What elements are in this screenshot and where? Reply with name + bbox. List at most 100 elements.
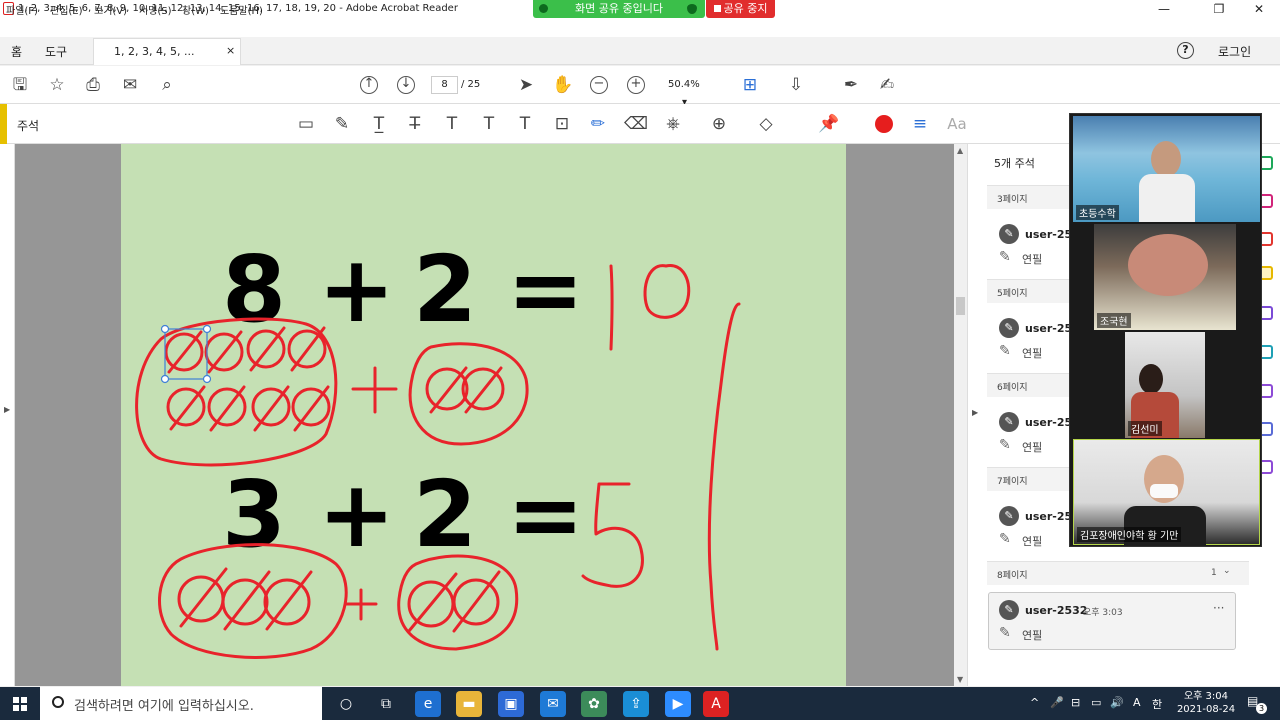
menu-view[interactable]: 보기(V) (94, 2, 127, 17)
more-options-icon[interactable]: ··· (1213, 601, 1224, 615)
line-weight-icon[interactable]: ≡ (909, 113, 931, 135)
menu-edit[interactable]: 편집(E) (50, 2, 83, 17)
keyboard-icon[interactable]: A (1133, 696, 1141, 709)
comment-group-header[interactable]: 8페이지 1 ⌄ (987, 561, 1249, 585)
zoom-level-value: 50.4% (668, 79, 700, 90)
comment-text[interactable]: 연필 (1022, 439, 1042, 455)
app-icon[interactable]: ⇪ (623, 691, 649, 717)
underline-text-icon[interactable]: T̲ (368, 113, 390, 135)
next-page-icon[interactable]: ↓ (397, 76, 415, 94)
print-icon[interactable]: ⎙ (82, 75, 104, 95)
menu-sign[interactable]: 서명(S) (139, 2, 172, 17)
add-text-icon[interactable]: T (514, 113, 536, 135)
tab-tools[interactable]: 도구 (45, 43, 67, 60)
show-hidden-icons-icon[interactable]: ^ (1030, 696, 1039, 709)
menu-window[interactable]: 창(W) (182, 2, 209, 17)
user-avatar-icon: ✎ (999, 506, 1019, 526)
system-clock[interactable]: 오후 3:04 2021-08-24 (1176, 690, 1236, 716)
menu-file[interactable]: 파일(F) (6, 2, 38, 17)
document-scrollbar[interactable] (954, 144, 967, 686)
face-mask (1150, 484, 1178, 498)
highlight-icon[interactable]: ✎ (331, 113, 353, 135)
file-explorer-icon[interactable]: ▬ (456, 691, 482, 717)
login-button[interactable]: 로그인 (1218, 43, 1251, 60)
acrobat-taskbar-icon[interactable]: A (703, 691, 729, 717)
select-cursor-icon[interactable]: ➤ (515, 75, 537, 95)
pencil-annotations (135, 264, 741, 659)
font-size-icon[interactable]: Aa (946, 113, 968, 135)
document-viewport[interactable]: 8 + 2 = 3 + 2 = (15, 144, 954, 686)
stamp-icon[interactable]: ⎈ (662, 113, 684, 135)
sign-pen-icon[interactable]: ✒ (840, 75, 862, 95)
app-icon[interactable]: ✿ (581, 691, 607, 717)
task-view-icon[interactable]: ⧉ (373, 691, 399, 717)
zoom-in-icon[interactable]: + (627, 76, 645, 94)
cortana-icon[interactable]: ○ (333, 691, 359, 717)
comment-text[interactable]: 연필 (1022, 251, 1042, 267)
zoom-meeting-icon[interactable]: ▶ (665, 691, 691, 717)
pencil-icon: ✎ (999, 625, 1011, 641)
color-picker-icon[interactable] (875, 115, 893, 133)
display-icon[interactable]: ▭ (1091, 696, 1101, 709)
scroll-down-icon[interactable]: ▼ (957, 675, 963, 684)
close-tab-button[interactable]: × (226, 44, 235, 57)
network-icon[interactable]: ⊟ (1071, 696, 1080, 709)
comment-text[interactable]: 연필 (1022, 533, 1042, 549)
comment-accent-bar (0, 104, 7, 144)
sticky-note-icon[interactable]: ▭ (295, 113, 317, 135)
shapes-icon[interactable]: ◇ (755, 113, 777, 135)
pin-icon[interactable]: 📌 (818, 113, 840, 135)
pencil-draw-icon[interactable]: ✏ (587, 113, 609, 135)
comment-text[interactable]: 연필 (1022, 345, 1042, 361)
stop-icon (713, 5, 721, 12)
fill-sign-icon[interactable]: ✍ (876, 75, 898, 95)
mail-icon[interactable]: ✉ (540, 691, 566, 717)
menu-help[interactable]: 도움말(H) (220, 2, 263, 17)
hand-tool-icon[interactable]: ✋ (552, 75, 574, 95)
edge-browser-icon[interactable]: e (415, 691, 441, 717)
replace-text-icon[interactable]: T (441, 113, 463, 135)
bookmark-star-icon[interactable]: ☆ (46, 75, 68, 95)
email-icon[interactable]: ✉ (119, 75, 141, 95)
scrollbar-thumb[interactable] (956, 297, 965, 315)
video-tile-2[interactable]: 조국현 (1094, 224, 1236, 330)
page-number-input[interactable]: 8 (431, 76, 458, 94)
shield-check-icon (687, 4, 697, 14)
tab-document[interactable]: 1, 2, 3, 4, 5, ... × (93, 38, 241, 65)
comment-text[interactable]: 연필 (1022, 627, 1042, 643)
tab-home[interactable]: 홈 (11, 43, 22, 60)
close-window-button[interactable]: ✕ (1236, 0, 1280, 19)
insert-text-icon[interactable]: T (478, 113, 500, 135)
group-page-label: 8페이지 (997, 571, 1028, 581)
save-icon[interactable]: 🖫 (9, 75, 31, 95)
microphone-icon[interactable]: 🎤 (1050, 696, 1064, 709)
zoom-search-icon[interactable]: ⌕ (156, 75, 178, 95)
store-icon[interactable]: ▣ (498, 691, 524, 717)
eraser-icon[interactable]: ⌫ (624, 113, 648, 135)
previous-page-icon[interactable]: ↑ (360, 76, 378, 94)
help-icon[interactable]: ? (1177, 42, 1194, 59)
expand-left-panel-icon[interactable]: ▶ (4, 405, 10, 414)
scroll-mode-icon[interactable]: ⇩ (785, 75, 807, 95)
stop-share-label: 공유 중지 (723, 2, 768, 15)
stop-share-button[interactable]: 공유 중지 (706, 0, 775, 18)
strikethrough-icon[interactable]: T̶ (404, 113, 426, 135)
user-avatar-icon: ✎ (999, 600, 1019, 620)
collapse-right-panel-icon[interactable]: ▶ (972, 408, 978, 417)
windows-start-icon[interactable] (13, 697, 27, 711)
scroll-up-icon[interactable]: ▲ (957, 146, 963, 155)
video-tile-3[interactable]: 김선미 (1125, 332, 1205, 438)
zoom-out-icon[interactable]: − (590, 76, 608, 94)
search-placeholder[interactable]: 검색하려면 여기에 입력하십시오. (74, 695, 254, 714)
minimize-button[interactable]: — (1141, 0, 1187, 19)
video-tile-1[interactable]: 초등수학 (1073, 116, 1260, 222)
volume-icon[interactable]: 🔊 (1110, 696, 1124, 709)
video-tile-4[interactable]: 김포장애인야학 황 기만 (1073, 439, 1260, 546)
text-box-icon[interactable]: ⊡ (551, 113, 573, 135)
ime-indicator[interactable]: 한 (1152, 696, 1162, 712)
chevron-down-icon[interactable]: ⌄ (1223, 566, 1231, 576)
page-fit-icon[interactable]: ⊞ (739, 75, 761, 95)
attach-file-icon[interactable]: ⊕ (708, 113, 730, 135)
zoom-level-select[interactable]: 50.4% ▾ (660, 76, 720, 108)
video-conference-panel[interactable]: 초등수학 조국현 김선미 김포장애인야학 황 기만 (1069, 113, 1262, 547)
